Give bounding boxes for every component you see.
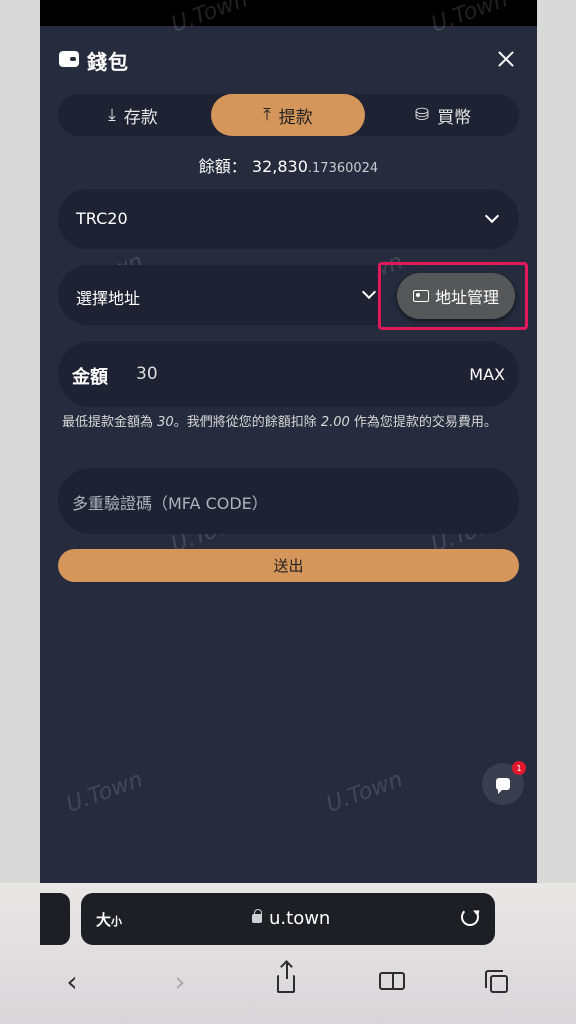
amount-label: 金額 — [72, 367, 108, 388]
bookmarks-button[interactable] — [372, 961, 412, 1001]
left-gutter — [0, 0, 40, 1024]
address-bar[interactable]: 大小 u.town — [81, 893, 495, 945]
balance-display: 餘額： 32,830.17360024 — [40, 153, 537, 177]
share-icon — [277, 963, 295, 993]
lock-icon — [252, 909, 262, 923]
amount-field[interactable]: 金額 30 MAX — [58, 341, 519, 407]
address-manage-label: 地址管理 — [434, 288, 499, 307]
url-text: u.town — [269, 908, 331, 929]
reload-icon[interactable] — [461, 908, 479, 926]
tab-label: 存款 — [123, 107, 158, 128]
wallet-screen: U.Town U.Town U.Town U.Town U.Town U.Tow… — [40, 0, 537, 1024]
chevron-down-icon — [361, 284, 377, 300]
note-text: 作為您提款的交易費用。 — [349, 415, 497, 430]
note-min-amount: 30 — [157, 415, 174, 430]
tab-withdraw[interactable]: ⤒ 提款 — [211, 94, 365, 136]
mfa-placeholder: 多重驗證碼（MFA CODE） — [72, 494, 268, 513]
note-fee: 2.00 — [320, 415, 350, 430]
wallet-tabs: ⤓ 存款 ⤒ 提款 ⛁ 買幣 — [58, 94, 519, 136]
tab-label: 買幣 — [437, 107, 472, 128]
tabs-button[interactable] — [476, 961, 516, 1001]
balance-main: 32,830 — [251, 157, 308, 176]
tab-label: 提款 — [278, 107, 313, 128]
status-bar — [40, 0, 537, 26]
right-gutter — [536, 0, 576, 1024]
text-size-button[interactable]: 大小 — [96, 909, 122, 930]
address-placeholder: 選擇地址 — [76, 289, 141, 308]
wallet-icon — [59, 51, 79, 67]
watermark: U.Town — [63, 767, 147, 818]
close-icon[interactable] — [495, 48, 517, 70]
address-manage-highlight: 地址管理 — [378, 262, 528, 330]
network-select[interactable]: TRC20 — [58, 189, 519, 249]
safari-toolbar: 大小 u.town ‹ › — [0, 883, 576, 1024]
browser-navbar: ‹ › — [0, 961, 576, 1001]
previous-tab-preview[interactable] — [40, 893, 70, 945]
address-manage-button[interactable]: 地址管理 — [397, 273, 515, 319]
download-icon: ⤓ — [108, 104, 116, 125]
book-icon — [379, 972, 405, 990]
address-book-icon — [412, 290, 429, 302]
notification-badge: 1 — [512, 761, 526, 775]
note-text: 。我們將從您的餘額扣除 — [173, 415, 321, 430]
page-title: 錢包 — [87, 50, 129, 74]
wallet-header: 錢包 — [40, 40, 537, 80]
chat-icon — [496, 778, 510, 794]
network-value: TRC20 — [76, 209, 128, 228]
tab-deposit[interactable]: ⤓ 存款 — [58, 94, 208, 136]
address-select[interactable]: 選擇地址 — [58, 265, 382, 325]
submit-button[interactable]: 送出 — [58, 549, 519, 582]
back-icon[interactable]: ‹ — [52, 961, 92, 1001]
upload-icon: ⤒ — [263, 104, 271, 125]
amount-input[interactable]: 30 — [136, 364, 158, 384]
text-size-small: 小 — [111, 915, 123, 928]
chat-button[interactable]: 1 — [482, 761, 526, 805]
max-button[interactable]: MAX — [469, 365, 505, 384]
text-size-big: 大 — [96, 911, 112, 929]
balance-decimals: .17360024 — [307, 161, 379, 176]
tabs-icon — [484, 969, 508, 993]
note-text: 最低提款金額為 — [62, 415, 158, 430]
share-button[interactable] — [266, 961, 306, 1001]
coins-icon: ⛁ — [414, 104, 430, 125]
watermark: U.Town — [323, 767, 407, 818]
tab-buy-coin[interactable]: ⛁ 買幣 — [368, 94, 518, 136]
withdraw-note: 最低提款金額為 30。我們將從您的餘額扣除 2.00 作為您提款的交易費用。 — [62, 412, 510, 433]
forward-icon[interactable]: › — [160, 961, 200, 1001]
mfa-code-input[interactable]: 多重驗證碼（MFA CODE） — [58, 468, 519, 534]
balance-label: 餘額： — [198, 157, 247, 176]
chevron-down-icon — [484, 208, 500, 224]
